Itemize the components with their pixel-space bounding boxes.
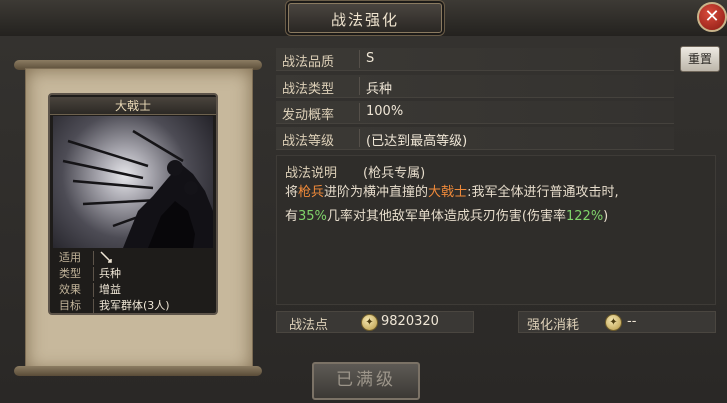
spear-icon-shape xyxy=(100,251,112,263)
tactic-card: 大戟士 适用 类型 兵种 效果 增益 目标 我军群体(3人) xyxy=(48,93,218,315)
desc-seg-highlight: 枪兵 xyxy=(298,185,325,200)
scroll-rod-bottom xyxy=(14,366,262,376)
attr-row-type: 战法类型 兵种 xyxy=(276,75,674,98)
desc-seg: 有 xyxy=(285,209,299,224)
tactic-points-label: 战法点 xyxy=(289,318,329,333)
attr-label: 战法等级 xyxy=(282,134,335,149)
card-info-key: 目标 xyxy=(59,299,81,312)
divider xyxy=(93,267,94,281)
coin-icon: ✦ xyxy=(361,314,378,331)
description-line-1: 将枪兵进阶为横冲直撞的大戟士:我军全体进行普通攻击时, xyxy=(285,181,619,200)
desc-seg-highlight: 122% xyxy=(566,209,604,224)
reset-button[interactable]: 重置 xyxy=(680,46,720,72)
attr-value: 兵种 xyxy=(366,82,393,97)
tactic-points-value: 9820320 xyxy=(381,314,439,329)
tactic-card-info: 适用 类型 兵种 效果 增益 目标 我军群体(3人) xyxy=(53,250,213,314)
card-info-value: 我军群体(3人) xyxy=(99,299,170,312)
max-level-button[interactable]: 已满级 xyxy=(312,362,420,400)
attr-value: 100% xyxy=(366,104,404,119)
card-info-key: 适用 xyxy=(59,251,81,264)
description-line-2: 有35%几率对其他敌军单体造成兵刃伤害(伤害率122%) xyxy=(285,205,608,224)
description-title: 战法说明 xyxy=(285,166,338,181)
card-info-row: 效果 增益 xyxy=(53,282,213,298)
title-plate: 战法强化 xyxy=(288,3,442,33)
divider xyxy=(93,283,94,297)
card-info-key: 效果 xyxy=(59,283,81,296)
card-info-row: 目标 我军群体(3人) xyxy=(53,298,213,314)
attr-row-quality: 战法品质 S xyxy=(276,48,674,71)
window-title: 战法强化 xyxy=(330,11,399,29)
divider xyxy=(359,129,360,147)
divider xyxy=(359,50,360,68)
divider xyxy=(359,77,360,95)
upgrade-cost-label: 强化消耗 xyxy=(527,318,580,333)
description-panel: 战法说明 (枪兵专属) 将枪兵进阶为横冲直撞的大戟士:我军全体进行普通攻击时, … xyxy=(276,155,716,305)
top-bar: 战法强化 ✕ xyxy=(0,0,727,37)
card-info-value: 增益 xyxy=(99,283,121,296)
close-button[interactable]: ✕ xyxy=(697,2,727,32)
divider xyxy=(93,251,94,265)
description-subtitle: (枪兵专属) xyxy=(363,166,426,181)
desc-seg: :我军全体进行普通攻击时, xyxy=(467,185,619,200)
divider xyxy=(93,299,94,313)
upgrade-cost-value: -- xyxy=(627,314,637,329)
tactic-points-bar: 战法点 ✦ 9820320 xyxy=(276,311,474,333)
divider xyxy=(359,103,360,121)
attr-row-level: 战法等级 (已达到最高等级) xyxy=(276,127,674,150)
upgrade-cost-bar: 强化消耗 ✦ -- xyxy=(518,311,716,333)
attr-label: 发动概率 xyxy=(282,108,335,123)
desc-seg-highlight: 大戟士 xyxy=(428,185,468,200)
close-icon: ✕ xyxy=(704,6,720,27)
spear-soldiers-illustration xyxy=(62,129,213,248)
attr-label: 战法品质 xyxy=(282,55,335,70)
tactic-card-art xyxy=(53,116,213,248)
attr-label: 战法类型 xyxy=(282,82,335,97)
attr-value: (已达到最高等级) xyxy=(366,134,468,149)
card-info-value: 兵种 xyxy=(99,267,121,280)
desc-seg: 几率对其他敌军单体造成兵刃伤害(伤害率 xyxy=(326,209,566,224)
desc-seg: 进阶为横冲直撞的 xyxy=(324,185,429,200)
tactic-card-name: 大戟士 xyxy=(50,97,216,115)
attr-row-probability: 发动概率 100% xyxy=(276,101,674,124)
card-info-key: 类型 xyxy=(59,267,81,280)
attr-value: S xyxy=(366,51,375,66)
desc-seg-highlight: 35% xyxy=(298,209,327,224)
card-info-row: 适用 xyxy=(53,250,213,266)
desc-seg: 将 xyxy=(285,185,299,200)
coin-icon: ✦ xyxy=(605,314,622,331)
desc-seg: ) xyxy=(603,209,609,224)
card-info-row: 类型 兵种 xyxy=(53,266,213,282)
